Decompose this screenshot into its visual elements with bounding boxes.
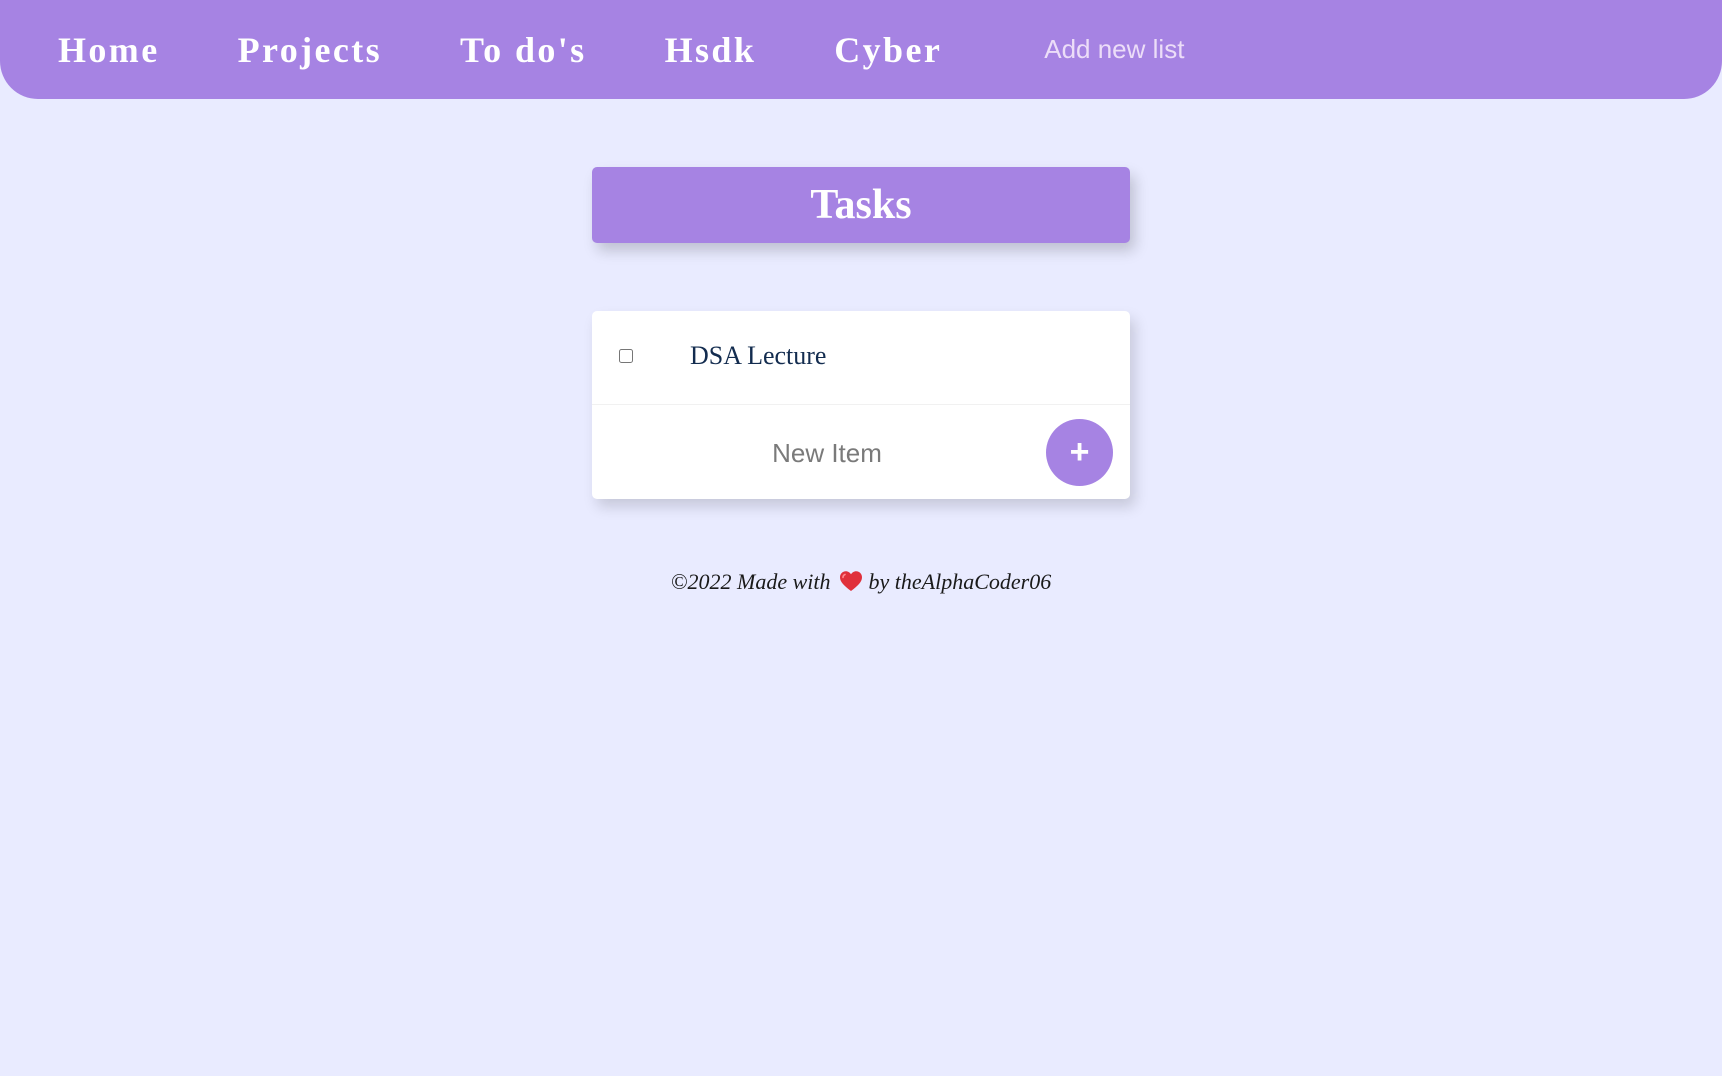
task-card: DSA Lecture + bbox=[592, 311, 1130, 499]
nav-link-cyber[interactable]: Cyber bbox=[834, 29, 942, 71]
add-item-button[interactable]: + bbox=[1046, 419, 1113, 486]
list-heading-box: Tasks bbox=[592, 167, 1130, 243]
footer-suffix: by theAlphaCoder06 bbox=[868, 569, 1052, 594]
task-item: DSA Lecture bbox=[592, 311, 1130, 405]
list-title: Tasks bbox=[810, 182, 912, 228]
nav-link-todos[interactable]: To do's bbox=[460, 29, 587, 71]
new-item-input[interactable] bbox=[712, 431, 942, 475]
task-checkbox[interactable] bbox=[619, 349, 633, 363]
plus-icon: + bbox=[1069, 433, 1090, 471]
footer: ©2022 Made with by theAlphaCoder06 bbox=[0, 569, 1722, 598]
heart-icon bbox=[839, 570, 863, 598]
nav-link-hsdk[interactable]: Hsdk bbox=[665, 29, 757, 71]
navbar: Home Projects To do's Hsdk Cyber bbox=[0, 0, 1722, 99]
task-label: DSA Lecture bbox=[690, 341, 827, 370]
nav-link-projects[interactable]: Projects bbox=[238, 29, 382, 71]
footer-prefix: ©2022 Made with bbox=[670, 569, 831, 594]
add-new-list-input[interactable] bbox=[1044, 34, 1365, 65]
nav-link-home[interactable]: Home bbox=[58, 29, 160, 71]
